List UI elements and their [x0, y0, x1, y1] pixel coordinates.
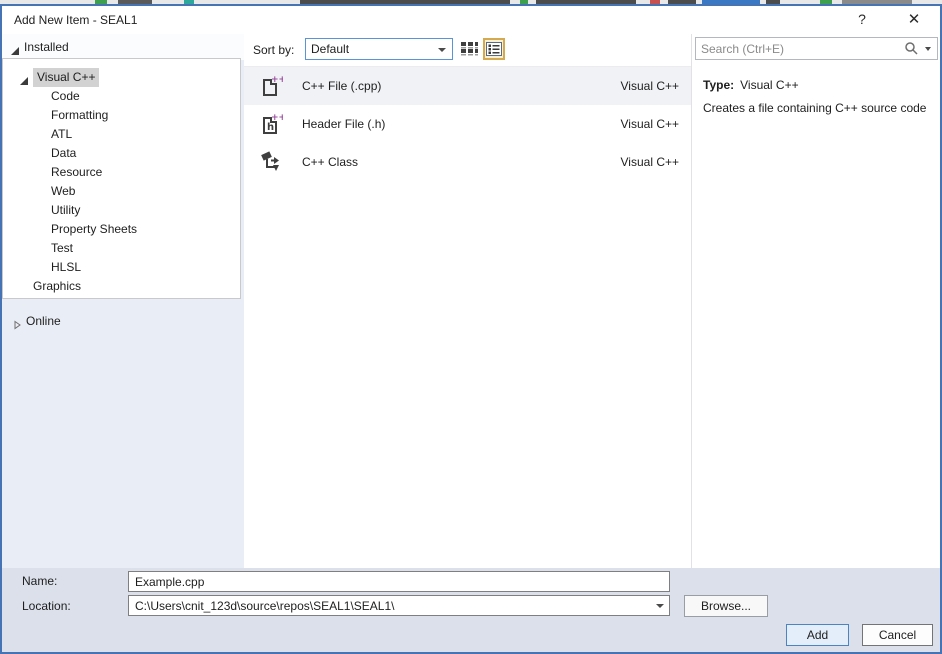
name-input[interactable]: [128, 571, 670, 592]
tree-node-utility[interactable]: Utility: [3, 201, 240, 220]
template-row-cpp-file[interactable]: ++ C++ File (.cpp) Visual C++: [244, 67, 691, 105]
tree-node-label[interactable]: Resource: [51, 163, 102, 182]
tree-node-data[interactable]: Data: [3, 144, 240, 163]
list-view-button[interactable]: [483, 38, 505, 60]
template-category: Visual C++: [620, 155, 679, 169]
search-box[interactable]: [695, 37, 938, 60]
template-list-pane: Sort by: Default ++ C++ File (.cpp) Visu…: [244, 34, 692, 568]
tree-node-label[interactable]: Installed: [24, 38, 69, 57]
template-description: Creates a file containing C++ source cod…: [703, 101, 927, 115]
template-row-cpp-class[interactable]: C++ Class Visual C++: [244, 143, 691, 181]
tree-node-hlsl[interactable]: HLSL: [3, 258, 240, 277]
svg-text:++: ++: [271, 75, 283, 85]
small-icons-view-button[interactable]: [458, 38, 480, 60]
cpp-file-icon: ++: [259, 74, 286, 98]
template-name[interactable]: C++ File (.cpp): [302, 79, 381, 93]
location-input[interactable]: [128, 595, 670, 616]
tree-node-code[interactable]: Code: [3, 87, 240, 106]
type-value: Visual C++: [740, 78, 799, 92]
tree-node-label[interactable]: Utility: [51, 201, 80, 220]
tree-node-graphics[interactable]: Graphics: [3, 277, 240, 296]
location-combo[interactable]: [128, 595, 670, 617]
tree-node-label[interactable]: Formatting: [51, 106, 108, 125]
tree-node-label[interactable]: Online: [26, 312, 61, 331]
small-icons-view-icon: [461, 42, 478, 56]
sort-by-dropdown[interactable]: Default: [305, 38, 453, 60]
screen: Add New Item - SEAL1 ? ✕ Installed Visua…: [0, 0, 942, 654]
tree-node-resource[interactable]: Resource: [3, 163, 240, 182]
cancel-button[interactable]: Cancel: [862, 624, 933, 646]
tree-node-label[interactable]: Test: [51, 239, 73, 258]
tree-node-label[interactable]: HLSL: [51, 258, 81, 277]
expander-expanded-icon[interactable]: [19, 73, 29, 85]
sort-toolbar: Sort by: Default: [244, 34, 692, 64]
help-button[interactable]: ?: [840, 6, 884, 33]
search-input[interactable]: [701, 39, 901, 58]
type-label: Type:: [703, 78, 735, 92]
template-name[interactable]: Header File (.h): [302, 117, 385, 131]
dialog-body: Installed Visual C++ Code Formatting ATL…: [2, 34, 940, 568]
title-bar[interactable]: Add New Item - SEAL1 ? ✕: [2, 6, 940, 34]
details-pane: Type: Visual C++ Creates a file containin…: [693, 34, 940, 568]
tree-node-atl[interactable]: ATL: [3, 125, 240, 144]
template-name[interactable]: C++ Class: [302, 155, 358, 169]
tree-node-label-selected[interactable]: Visual C++: [33, 68, 100, 87]
location-label: Location:: [22, 599, 71, 613]
add-new-item-dialog: Add New Item - SEAL1 ? ✕ Installed Visua…: [0, 4, 942, 654]
tree-node-test[interactable]: Test: [3, 239, 240, 258]
template-row-header-file[interactable]: h ++ Header File (.h) Visual C++: [244, 105, 691, 143]
template-type-line: Type: Visual C++: [703, 78, 799, 92]
tree-node-label[interactable]: ATL: [51, 125, 72, 144]
expander-expanded-icon[interactable]: [10, 43, 20, 55]
tree-node-label[interactable]: Graphics: [33, 277, 81, 296]
search-icon[interactable]: [904, 41, 919, 59]
tree-node-label[interactable]: Property Sheets: [51, 220, 137, 239]
add-button[interactable]: Add: [786, 624, 849, 646]
tree-node-label[interactable]: Data: [51, 144, 76, 163]
list-view-icon: [486, 42, 502, 56]
name-label: Name:: [22, 574, 58, 588]
tree-node-visual-cpp[interactable]: Visual C++: [3, 68, 240, 87]
template-category: Visual C++: [620, 117, 679, 131]
tree-node-online[interactable]: Online: [12, 312, 61, 331]
header-file-icon: h ++: [259, 112, 286, 136]
dialog-footer: Name: Location: Browse... Add Cancel: [2, 568, 940, 652]
svg-text:++: ++: [271, 113, 283, 123]
sort-by-value: Default: [311, 42, 350, 56]
browse-button[interactable]: Browse...: [684, 595, 768, 617]
tree-node-label[interactable]: Code: [51, 87, 80, 106]
search-options-chevron-icon[interactable]: [925, 47, 931, 51]
cpp-class-icon: [259, 150, 283, 174]
template-category: Visual C++: [620, 79, 679, 93]
dialog-title: Add New Item - SEAL1: [14, 13, 138, 27]
expander-collapsed-icon[interactable]: [12, 317, 22, 329]
chevron-down-icon: [438, 48, 446, 52]
sort-by-label: Sort by:: [253, 43, 295, 57]
svg-text:h: h: [267, 122, 274, 133]
category-tree-pane: Installed Visual C++ Code Formatting ATL…: [2, 34, 244, 568]
installed-subtree-box: Visual C++ Code Formatting ATL Data Reso…: [2, 58, 241, 299]
tree-node-label[interactable]: Web: [51, 182, 75, 201]
tree-node-installed[interactable]: Installed: [10, 38, 69, 57]
tree-node-formatting[interactable]: Formatting: [3, 106, 240, 125]
template-list: ++ C++ File (.cpp) Visual C++ h ++ Heade…: [244, 66, 691, 181]
tree-node-web[interactable]: Web: [3, 182, 240, 201]
close-button[interactable]: ✕: [892, 6, 936, 33]
tree-node-property-sheets[interactable]: Property Sheets: [3, 220, 240, 239]
